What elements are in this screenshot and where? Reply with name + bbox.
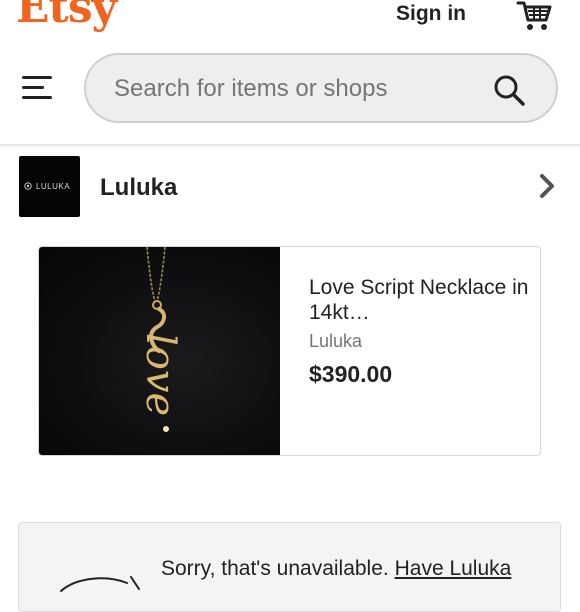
listing-image[interactable]: love [39, 247, 280, 455]
search-input[interactable] [112, 69, 486, 109]
sign-in-button[interactable]: Sign in [396, 2, 466, 26]
notice-text-line: Sorry, that's unavailable. Have Luluka [161, 557, 511, 581]
listing-card[interactable]: love Love Script Necklace in 14kt… Luluk… [38, 246, 541, 456]
shop-row[interactable]: LULUKA Luluka [0, 150, 580, 226]
shop-name[interactable]: Luluka [100, 174, 177, 202]
header-divider [0, 144, 580, 146]
message-illustration-icon [60, 576, 140, 592]
unavailable-notice: Sorry, that's unavailable. Have Luluka [18, 522, 561, 612]
search-bar [84, 53, 558, 123]
etsy-logo[interactable]: Etsy [16, 0, 117, 33]
listing-title[interactable]: Love Script Necklace in 14kt… [309, 275, 529, 325]
cart-icon[interactable] [516, 0, 552, 32]
listing-seller: Luluka [309, 331, 363, 351]
necklace-script-text: love [137, 333, 183, 416]
shop-logo-text: LULUKA [35, 182, 71, 191]
shop-logo: LULUKA [19, 156, 80, 217]
notice-link[interactable]: Have Luluka [395, 557, 512, 580]
notice-text: Sorry, that's unavailable. [161, 557, 389, 580]
necklace-illustration: love [137, 247, 183, 432]
listing-price: $390.00 [309, 361, 393, 387]
top-header: Etsy Sign in [0, 0, 580, 146]
search-icon[interactable] [492, 73, 526, 107]
chevron-right-icon[interactable] [536, 172, 558, 200]
hamburger-menu-icon[interactable] [22, 76, 52, 100]
